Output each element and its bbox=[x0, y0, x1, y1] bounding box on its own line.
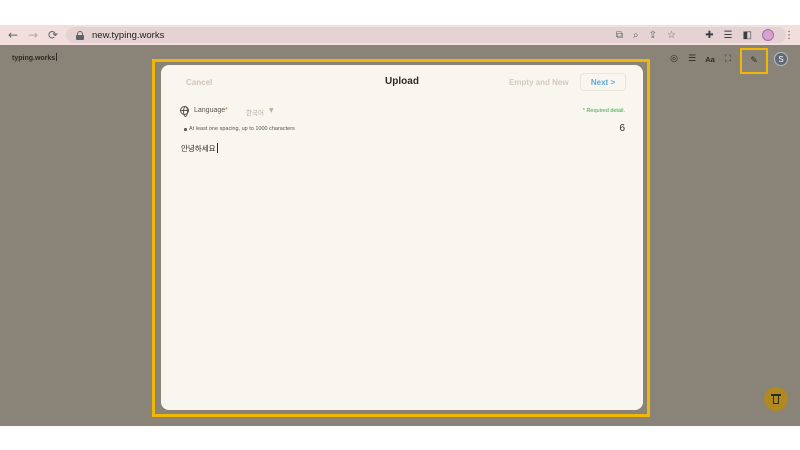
text-cursor bbox=[216, 143, 218, 153]
star-icon[interactable]: ☆ bbox=[667, 30, 676, 41]
empty-and-new-button[interactable]: Empty and New bbox=[509, 78, 569, 87]
puzzle-icon[interactable]: ✚ bbox=[705, 30, 713, 41]
pencil-icon[interactable]: ✎ bbox=[740, 48, 768, 74]
url-text[interactable]: new.typing.works bbox=[92, 30, 164, 41]
bullet-icon bbox=[184, 128, 187, 131]
browser-toolbar: ← → ⟳ new.typing.works ⧉ ⌕ ⇪ ☆ ✚ ☰ ◧ ⋮ bbox=[0, 25, 800, 45]
share-icon[interactable]: ⇪ bbox=[649, 30, 657, 41]
required-note: * Required detail. bbox=[582, 108, 625, 114]
next-button[interactable]: Next > bbox=[580, 73, 626, 91]
caret-down-icon[interactable]: ▼ bbox=[269, 107, 274, 114]
arrow-right-icon[interactable]: → bbox=[25, 27, 41, 43]
bottom-margin bbox=[0, 426, 800, 450]
lock-icon[interactable] bbox=[76, 30, 84, 40]
translate-icon[interactable]: ⧉ bbox=[616, 30, 623, 41]
zoom-icon[interactable]: ⌕ bbox=[633, 30, 639, 41]
list-icon[interactable]: ☰ bbox=[686, 51, 698, 67]
trash-button[interactable] bbox=[764, 387, 788, 411]
language-label: Language* bbox=[194, 107, 228, 114]
profile-avatar[interactable] bbox=[762, 29, 774, 41]
trash-icon bbox=[771, 394, 781, 404]
site-toolbar: ◎ ☰ Aa ⛶ ✎ S bbox=[668, 48, 788, 74]
hint-text: At least one spacing, up to 1000 charact… bbox=[189, 126, 295, 132]
side-panel-icon[interactable]: ◧ bbox=[743, 30, 752, 41]
text-input[interactable]: 안녕하세요 bbox=[181, 143, 218, 154]
kebab-menu-icon[interactable]: ⋮ bbox=[784, 30, 794, 41]
font-size-icon[interactable]: Aa bbox=[704, 51, 716, 67]
arrow-left-icon[interactable]: ← bbox=[5, 27, 21, 43]
globe-icon bbox=[180, 106, 189, 117]
page: typing.works ◎ ☰ Aa ⛶ ✎ S Cancel Upload … bbox=[0, 45, 800, 426]
site-logo[interactable]: typing.works bbox=[12, 53, 58, 62]
user-avatar[interactable]: S bbox=[774, 52, 788, 66]
top-margin bbox=[0, 0, 800, 25]
modal-title: Upload bbox=[385, 76, 419, 87]
character-count: 6 bbox=[619, 123, 625, 134]
fullscreen-icon[interactable]: ⛶ bbox=[722, 51, 734, 67]
reading-list-icon[interactable]: ☰ bbox=[724, 30, 733, 41]
upload-modal: Cancel Upload Empty and New Next > Langu… bbox=[161, 65, 643, 410]
reload-icon[interactable]: ⟳ bbox=[45, 27, 61, 43]
language-select[interactable]: 한국어 bbox=[246, 107, 264, 117]
target-icon[interactable]: ◎ bbox=[668, 51, 680, 67]
address-bar[interactable]: new.typing.works ⧉ ⌕ ⇪ ☆ bbox=[66, 27, 786, 43]
